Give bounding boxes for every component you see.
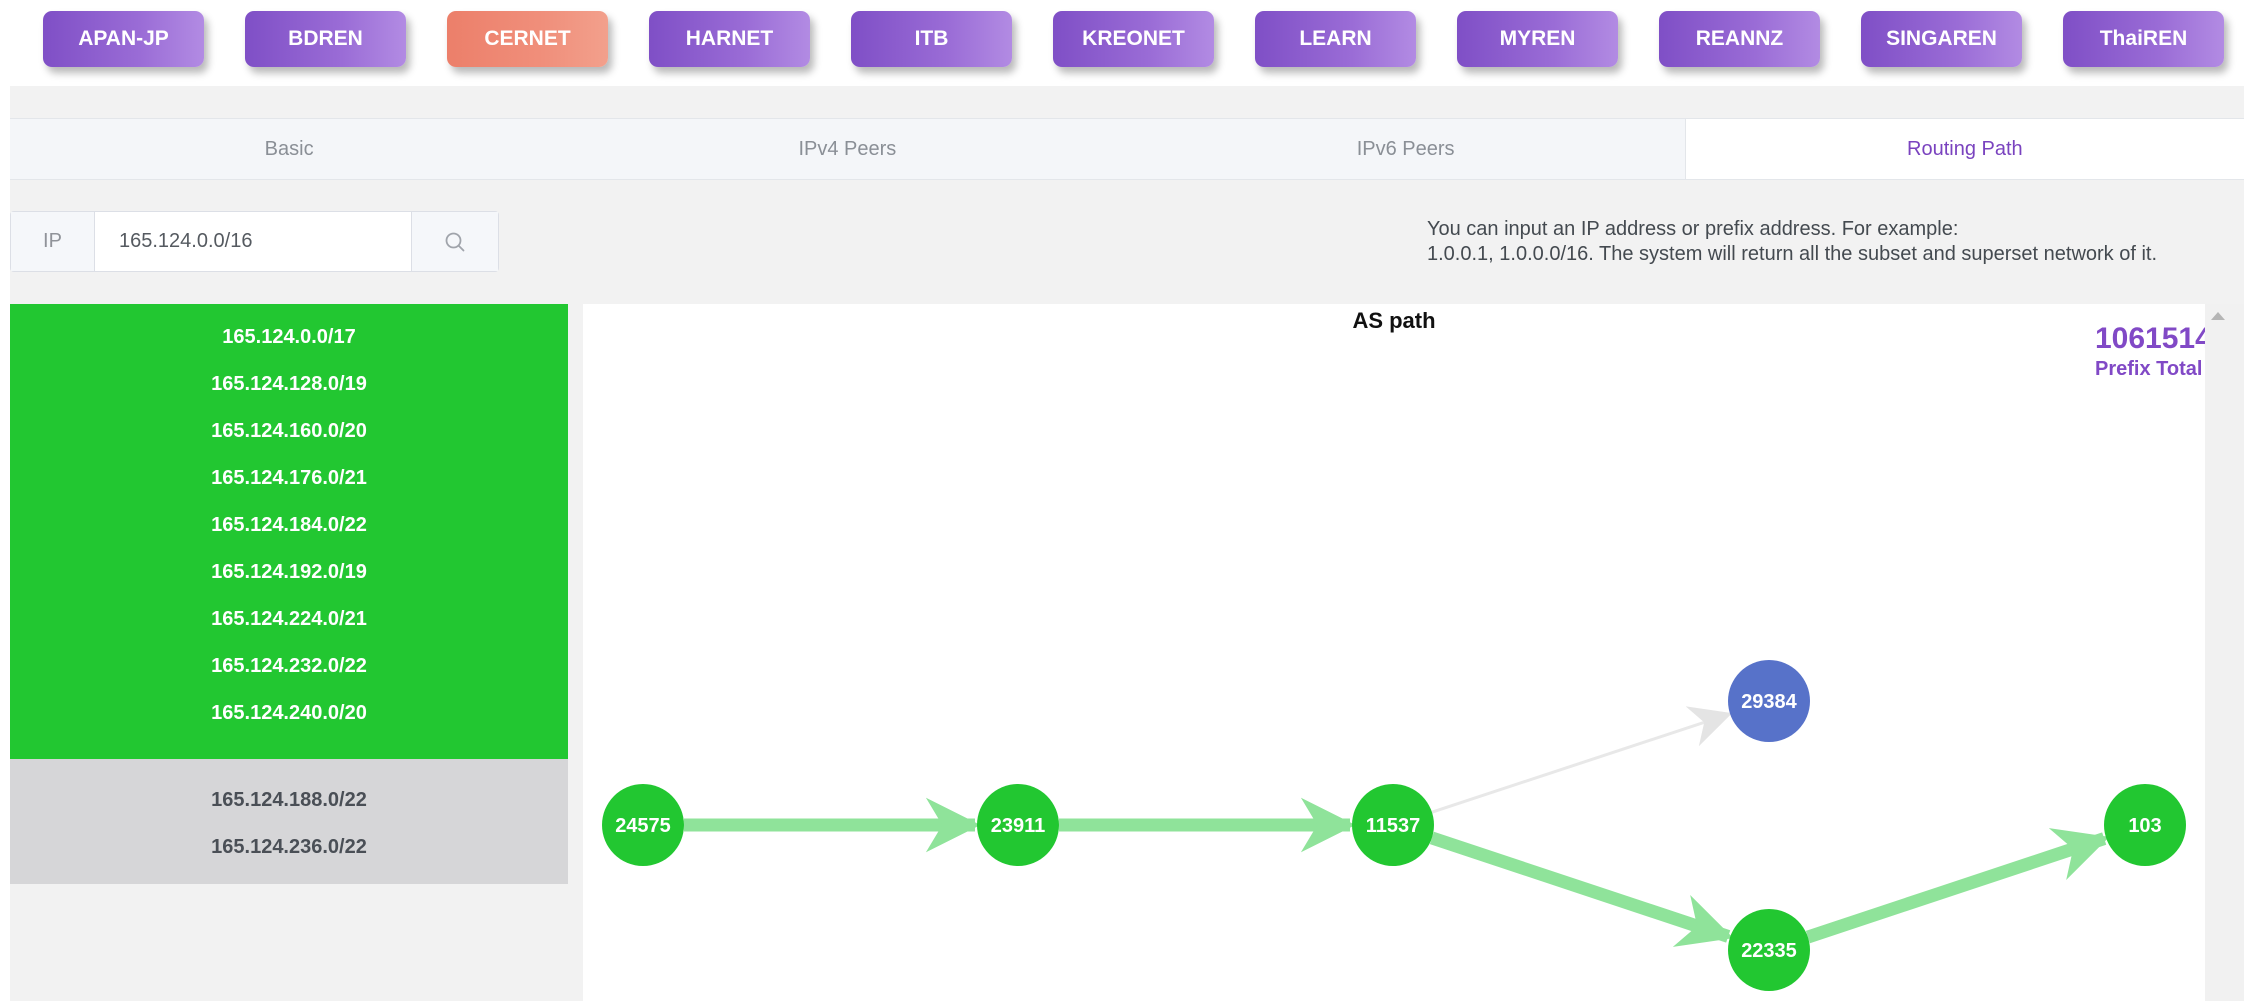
as-node-label: 11537	[1366, 815, 1421, 837]
search-button[interactable]	[411, 212, 498, 271]
prefix-item[interactable]: 165.124.224.0/21	[10, 596, 568, 643]
prefix-group-unmatched: 165.124.188.0/22 165.124.236.0/22	[10, 759, 568, 884]
as-node-24575[interactable]: 24575	[602, 784, 684, 866]
prefix-item[interactable]: 165.124.232.0/22	[10, 643, 568, 690]
network-button-thairen[interactable]: ThaiREN	[2063, 11, 2224, 67]
prefix-item[interactable]: 165.124.184.0/22	[10, 502, 568, 549]
tab-basic[interactable]: Basic	[10, 119, 568, 179]
prefix-item[interactable]: 165.124.188.0/22	[10, 777, 568, 824]
prefix-list: 165.124.0.0/17 165.124.128.0/19 165.124.16…	[10, 304, 568, 884]
prefix-item[interactable]: 165.124.236.0/22	[10, 824, 568, 871]
ip-search-input[interactable]	[95, 212, 411, 271]
network-button-cernet[interactable]: CERNET	[447, 11, 608, 67]
tab-bar: Basic IPv4 Peers IPv6 Peers Routing Path	[10, 118, 2244, 180]
network-button-kreonet[interactable]: KREONET	[1053, 11, 1214, 67]
ip-search-group: IP	[10, 211, 499, 272]
network-button-singaren[interactable]: SINGAREN	[1861, 11, 2022, 67]
as-node-103[interactable]: 103	[2104, 784, 2186, 866]
as-node-22335[interactable]: 22335	[1728, 909, 1810, 991]
search-hint-line-1: You can input an IP address or prefix ad…	[1427, 218, 1959, 240]
network-button-harnet[interactable]: HARNET	[649, 11, 810, 67]
as-node-label: 103	[2128, 815, 2161, 837]
as-node-11537[interactable]: 11537	[1352, 784, 1434, 866]
search-icon	[445, 232, 465, 251]
tab-ipv6-peers[interactable]: IPv6 Peers	[1127, 119, 1685, 179]
graph-scrollbar[interactable]	[2205, 304, 2244, 1001]
network-button-apan-jp[interactable]: APAN-JP	[43, 11, 204, 67]
prefix-item[interactable]: 165.124.176.0/21	[10, 455, 568, 502]
search-hint-line-2: 1.0.0.1, 1.0.0.0/16. The system will ret…	[1427, 243, 2158, 265]
prefix-item[interactable]: 165.124.128.0/19	[10, 361, 568, 408]
prefix-item[interactable]: 165.124.160.0/20	[10, 408, 568, 455]
tab-routing-path[interactable]: Routing Path	[1684, 119, 2244, 179]
as-node-label: 24575	[615, 815, 671, 837]
prefix-item[interactable]: 165.124.240.0/20	[10, 690, 568, 737]
prefix-item[interactable]: 165.124.192.0/19	[10, 549, 568, 596]
network-button-bdren[interactable]: BDREN	[245, 11, 406, 67]
prefix-item[interactable]: 165.124.0.0/17	[10, 314, 568, 361]
path-edge-4	[1429, 831, 1734, 947]
path-edge-3	[1431, 706, 1733, 814]
tab-ipv4-peers[interactable]: IPv4 Peers	[568, 119, 1126, 179]
as-node-label: 22335	[1741, 940, 1797, 962]
network-button-myren[interactable]: MYREN	[1457, 11, 1618, 67]
prefix-group-matched: 165.124.0.0/17 165.124.128.0/19 165.124.16…	[10, 304, 568, 759]
ip-prefix-label: IP	[11, 212, 95, 271]
network-selector-bar: APAN-JP BDREN CERNET HARNET ITB KREONET LEARN M…	[0, 0, 2244, 86]
as-node-label: 23911	[991, 815, 1046, 837]
path-edge-5	[1805, 828, 2110, 944]
as-path-graph: AS path 1061514 Prefix Total 24575 23911 1…	[583, 304, 2212, 1001]
network-button-learn[interactable]: LEARN	[1255, 11, 1416, 67]
as-node-23911[interactable]: 23911	[977, 784, 1059, 866]
search-hint: You can input an IP address or prefix ad…	[1427, 217, 2244, 267]
network-button-reannz[interactable]: REANNZ	[1659, 11, 1820, 67]
as-node-29384[interactable]: 29384	[1728, 660, 1810, 742]
as-path-canvas: 24575 23911 11537 29384 22335 103	[602, 660, 2186, 991]
scroll-up-arrow[interactable]	[2211, 312, 2225, 320]
network-button-itb[interactable]: ITB	[851, 11, 1012, 67]
as-node-label: 29384	[1741, 691, 1797, 713]
